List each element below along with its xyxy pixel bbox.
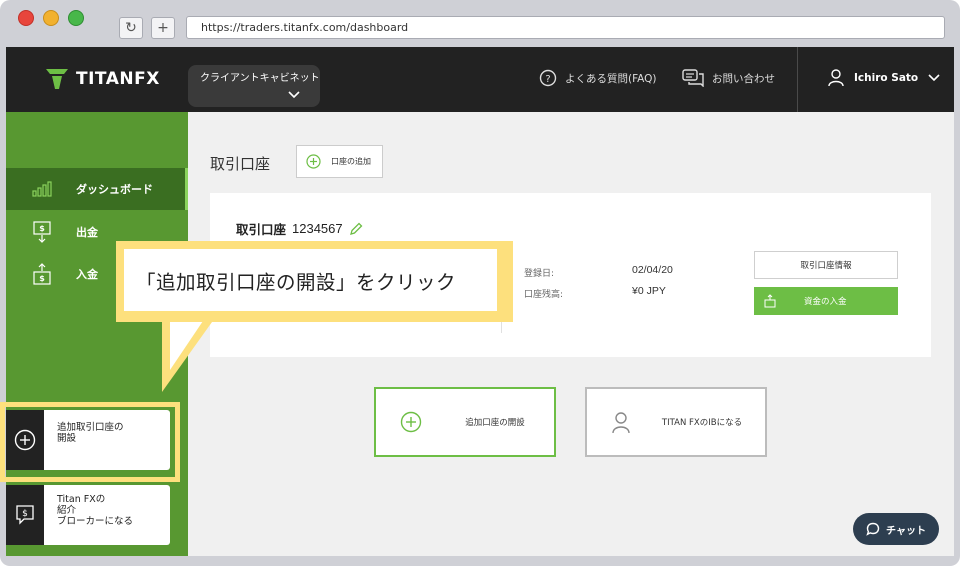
url-bar[interactable]: https://traders.titanfx.com/dashboard (186, 16, 945, 39)
chat-bubble-icon (866, 522, 880, 536)
pencil-icon[interactable] (349, 222, 363, 236)
bar-chart-icon (32, 181, 52, 197)
close-window-button[interactable] (18, 10, 34, 26)
client-cabinet-dropdown[interactable]: クライアントキャビネット (188, 65, 320, 107)
titanfx-logo[interactable]: TITANFX (44, 67, 160, 91)
logo-text: TITANFX (76, 69, 160, 89)
instruction-text: 「追加取引口座の開設」をクリック (124, 249, 497, 311)
page-title: 取引口座 (210, 155, 271, 173)
chat-button[interactable]: チャット (853, 513, 939, 545)
svg-text:$: $ (39, 224, 45, 233)
new-tab-icon[interactable]: + (151, 17, 175, 39)
contact-label: お問い合わせ (712, 72, 775, 85)
plus-circle-icon (306, 154, 321, 169)
main-content: 取引口座 口座の追加 取引口座 1234567 登録日: 02/04/20 口座… (188, 112, 954, 556)
help-circle-icon: ? (539, 69, 557, 87)
chat-label: チャット (886, 525, 926, 537)
account-info-button[interactable]: 取引口座情報 (754, 251, 898, 279)
header-divider (797, 47, 798, 112)
chevron-down-icon (928, 74, 940, 82)
sidebar: ダッシュボード $ 出金 $ 入金 追加取引口座の 開設 $ Titan FXの… (6, 112, 188, 556)
svg-text:$: $ (22, 509, 28, 519)
ib-text: Titan FXの 紹介 ブローカーになる (57, 494, 134, 527)
user-name: Ichiro Sato (854, 72, 919, 84)
svg-text:$: $ (39, 274, 45, 283)
faq-link[interactable]: ? よくある質問(FAQ) (539, 69, 657, 87)
withdraw-icon: $ (33, 221, 51, 243)
ib-icon-box: $ (6, 485, 44, 545)
registered-date-value: 02/04/20 (632, 264, 673, 276)
deposit-icon: $ (33, 263, 51, 285)
top-header: TITANFX クライアントキャビネット ? よくある質問(FAQ) お問い合わ… (6, 47, 954, 112)
user-menu[interactable]: Ichiro Sato (828, 69, 940, 87)
faq-label: よくある質問(FAQ) (565, 72, 657, 85)
ib-label: Titan FXの 紹介 ブローカーになる (44, 485, 133, 545)
sidebar-item-label: 入金 (76, 268, 98, 281)
deposit-icon (764, 294, 776, 308)
titan-logo-icon (46, 69, 68, 89)
sidebar-item-dashboard[interactable]: ダッシュボード (6, 168, 188, 210)
account-number: 1234567 (292, 221, 343, 236)
registered-date-label: 登録日: (524, 269, 555, 279)
balance-label: 口座残高: (524, 290, 564, 300)
deposit-funds-button[interactable]: 資金の入金 (754, 287, 898, 315)
become-ib-big-button[interactable]: TITAN FXのIBになる (585, 387, 767, 457)
contact-link[interactable]: お問い合わせ (682, 69, 775, 87)
balance-value: ¥0 JPY (632, 285, 666, 297)
chat-bubbles-icon (682, 69, 704, 87)
become-ib-card[interactable]: $ Titan FXの 紹介 ブローカーになる (6, 485, 170, 545)
account-title-text: 取引口座 (236, 222, 287, 237)
highlight-open-account (0, 402, 180, 482)
add-account-label: 口座の追加 (331, 157, 371, 166)
account-title: 取引口座 1234567 (236, 219, 363, 238)
become-ib-big-label: TITAN FXのIBになる (661, 418, 743, 428)
svg-text:?: ? (545, 74, 550, 85)
chevron-down-icon (288, 91, 300, 99)
browser-titlebar: ↻ + https://traders.titanfx.com/dashboar… (0, 0, 960, 46)
user-icon (828, 69, 844, 87)
add-account-big-button[interactable]: 追加口座の開設 (374, 387, 556, 457)
add-account-big-label: 追加口座の開設 (465, 418, 525, 428)
deposit-funds-label: 資金の入金 (804, 297, 847, 307)
maximize-window-button[interactable] (68, 10, 84, 26)
client-cabinet-label: クライアントキャビネット (200, 73, 320, 84)
add-account-button[interactable]: 口座の追加 (296, 145, 383, 178)
reload-icon[interactable]: ↻ (119, 17, 143, 39)
minimize-window-button[interactable] (43, 10, 59, 26)
dollar-chat-icon: $ (16, 505, 34, 525)
sidebar-item-label: 出金 (76, 226, 98, 239)
sidebar-item-label: ダッシュボード (76, 183, 153, 196)
browser-frame: ↻ + https://traders.titanfx.com/dashboar… (0, 0, 960, 566)
instruction-callout: 「追加取引口座の開設」をクリック (116, 241, 513, 322)
